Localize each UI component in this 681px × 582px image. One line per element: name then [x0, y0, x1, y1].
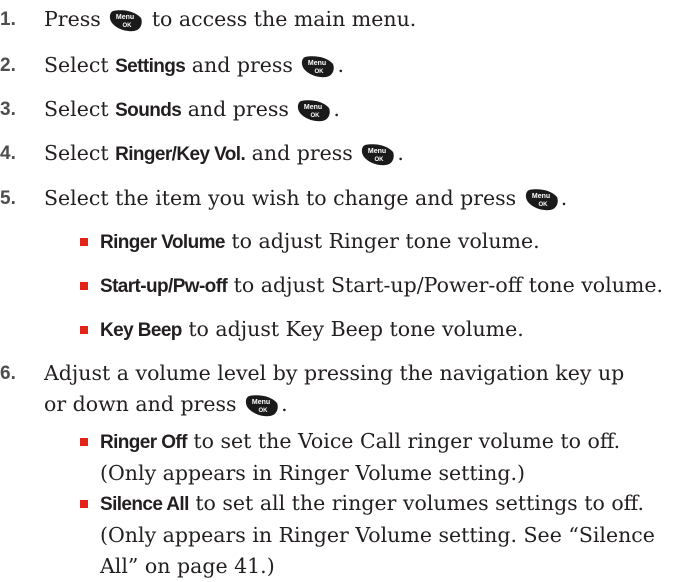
step-2: 2. Select Settings and press Menu OK. [0, 50, 660, 82]
svg-text:Menu: Menu [308, 60, 326, 67]
step-text: . [397, 141, 404, 165]
instruction-page: 1. Press Menu OK to access the main menu.… [0, 0, 681, 578]
menu-item-label: Sounds [115, 100, 182, 121]
step-text: to access the main menu. [145, 7, 417, 31]
bullet-term: Start-up/Pw-off [100, 276, 228, 297]
step-text: and press [245, 141, 360, 165]
step-number: 5. [0, 188, 16, 209]
step-text: Select [44, 53, 116, 77]
step-6: 6. Adjust a volume level by pressing the… [0, 358, 640, 420]
menu-item-label: Settings [115, 56, 186, 77]
bullet-icon [80, 326, 88, 334]
menu-ok-key-icon: Menu OK [245, 393, 279, 417]
menu-ok-key-icon: Menu OK [525, 187, 559, 211]
svg-text:OK: OK [538, 202, 548, 208]
step-text: Select [44, 141, 116, 165]
svg-text:OK: OK [311, 113, 321, 119]
svg-text:Menu: Menu [368, 148, 386, 155]
bullet-text: to adjust Key Beep tone volume. [181, 317, 524, 341]
list-item-ringer-off: Ringer Off to set the Voice Call ringer … [80, 426, 670, 489]
bullet-icon [80, 238, 88, 246]
bullet-text: to adjust Ringer tone volume. [224, 229, 540, 253]
step-5: 5. Select the item you wish to change an… [0, 183, 660, 214]
svg-text:Menu: Menu [252, 399, 270, 406]
step-text: Press [44, 7, 108, 31]
bullet-term: Ringer Volume [100, 232, 225, 253]
step-text: Adjust a volume level by pressing the na… [44, 361, 625, 416]
step-4: 4. Select Ringer/Key Vol. and press Menu… [0, 138, 660, 170]
step-text: . [281, 392, 288, 416]
step-text: Select the item you wish to change and p… [44, 186, 523, 210]
step-text: . [560, 186, 568, 210]
bullet-term: Ringer Off [100, 432, 187, 453]
bullet-icon [80, 500, 88, 508]
svg-text:OK: OK [375, 157, 385, 163]
bullet-term: Silence All [100, 494, 189, 515]
step-number: 6. [0, 363, 16, 384]
list-item-startup-pw-off: Start-up/Pw-off to adjust Start-up/Power… [80, 270, 680, 302]
step-number: 4. [0, 143, 16, 164]
step-number: 1. [0, 9, 16, 30]
list-item-silence-all: Silence All to set all the ringer volume… [80, 488, 670, 582]
svg-text:OK: OK [123, 23, 133, 29]
menu-ok-key-icon: Menu OK [297, 98, 331, 122]
list-item-ringer-volume: Ringer Volume to adjust Ringer tone volu… [80, 226, 680, 258]
step-3: 3. Select Sounds and press Menu OK. [0, 94, 660, 126]
menu-ok-key-icon: Menu OK [109, 8, 143, 32]
step-number: 3. [0, 99, 16, 120]
step-text: . [333, 97, 340, 121]
svg-text:Menu: Menu [304, 104, 322, 111]
svg-text:Menu: Menu [532, 193, 550, 200]
step-text: and press [181, 97, 296, 121]
svg-text:Menu: Menu [116, 14, 134, 21]
step-text: and press [185, 53, 300, 77]
list-item-key-beep: Key Beep to adjust Key Beep tone volume. [80, 314, 680, 346]
step-1: 1. Press Menu OK to access the main menu. [0, 4, 660, 35]
step-text: Select [44, 97, 116, 121]
step-text: . [337, 53, 344, 77]
bullet-icon [80, 282, 88, 290]
menu-item-label: Ringer/Key Vol. [115, 144, 246, 165]
step-number: 2. [0, 55, 16, 76]
menu-ok-key-icon: Menu OK [301, 54, 335, 78]
menu-ok-key-icon: Menu OK [361, 142, 395, 166]
bullet-text: to adjust Start-up/Power-off tone volume… [227, 273, 663, 297]
svg-text:OK: OK [259, 408, 269, 414]
bullet-icon [80, 438, 88, 446]
bullet-term: Key Beep [100, 320, 182, 341]
svg-text:OK: OK [315, 69, 325, 75]
